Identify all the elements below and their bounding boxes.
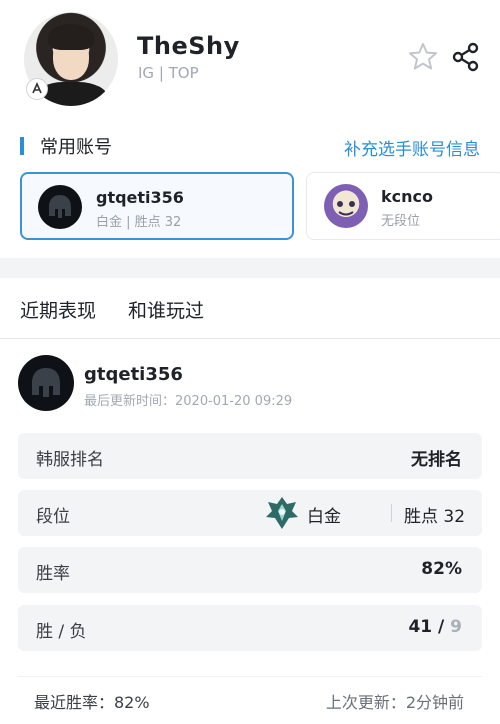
- stat-value: 82%: [421, 559, 462, 579]
- tab-recent-performance[interactable]: 近期表现: [20, 296, 96, 323]
- stat-row-win-rate: 胜率 82%: [18, 547, 482, 593]
- section-divider-band: [0, 258, 500, 278]
- stat-row-tier: 段位 白金 胜点 32: [18, 490, 482, 536]
- helmet-icon: [38, 185, 82, 229]
- stat-row-server-rank: 韩服排名 无排名: [18, 433, 482, 479]
- team-logo-icon: [26, 78, 48, 100]
- tier-emblem-icon: [266, 497, 298, 529]
- wins-count: 41: [408, 617, 433, 637]
- tier-separator: [391, 504, 392, 522]
- favorite-button[interactable]: [406, 40, 440, 74]
- add-account-info-link[interactable]: 补充选手账号信息: [344, 135, 480, 160]
- tier-points: 胜点 32: [404, 507, 466, 527]
- stat-row-record: 胜 / 负 41 / 9: [18, 605, 482, 651]
- tier-name: 白金: [307, 507, 341, 527]
- tabs-divider: [0, 338, 500, 339]
- share-button[interactable]: [452, 42, 480, 72]
- account-avatar-icon: [324, 184, 368, 228]
- account-name: gtqeti356: [96, 188, 184, 207]
- recent-account-name: gtqeti356: [84, 364, 183, 385]
- account-name: kcnco: [381, 187, 433, 206]
- stat-label: 胜 / 负: [36, 622, 87, 642]
- accounts-title: 常用账号: [40, 137, 112, 158]
- recent-win-rate: 最近胜率：82%: [34, 693, 150, 712]
- stat-label: 韩服排名: [36, 450, 104, 470]
- last-updated-time: 最后更新时间：2020-01-20 09:29: [84, 394, 293, 409]
- win-loss-value: 41 / 9: [408, 617, 462, 637]
- player-team-position: IG | TOP: [138, 64, 199, 82]
- losses-count: 9: [450, 617, 462, 637]
- accounts-section-title: 常用账号: [20, 134, 112, 158]
- tab-played-with[interactable]: 和谁玩过: [128, 296, 204, 323]
- stat-label: 段位: [36, 507, 70, 527]
- account-card-kcnco[interactable]: kcnco 无段位: [306, 172, 500, 240]
- summary-footer: 最近胜率：82% 上次更新：2分钟前: [18, 676, 482, 722]
- player-header: TheShy IG | TOP: [0, 0, 500, 118]
- stat-value: 无排名: [411, 450, 462, 470]
- stat-label: 胜率: [36, 564, 70, 584]
- account-rank: 无段位: [381, 214, 421, 229]
- star-icon: [409, 43, 437, 70]
- helmet-icon: [18, 355, 74, 411]
- account-rank: 白金 | 胜点 32: [96, 215, 182, 230]
- account-card-gtqeti356[interactable]: gtqeti356 白金 | 胜点 32: [20, 172, 294, 240]
- win-loss-separator: /: [432, 617, 451, 637]
- player-name: TheShy: [137, 32, 240, 60]
- last-update-ago: 上次更新：2分钟前: [325, 693, 464, 712]
- share-icon: [452, 42, 479, 72]
- section-marker: [20, 137, 24, 155]
